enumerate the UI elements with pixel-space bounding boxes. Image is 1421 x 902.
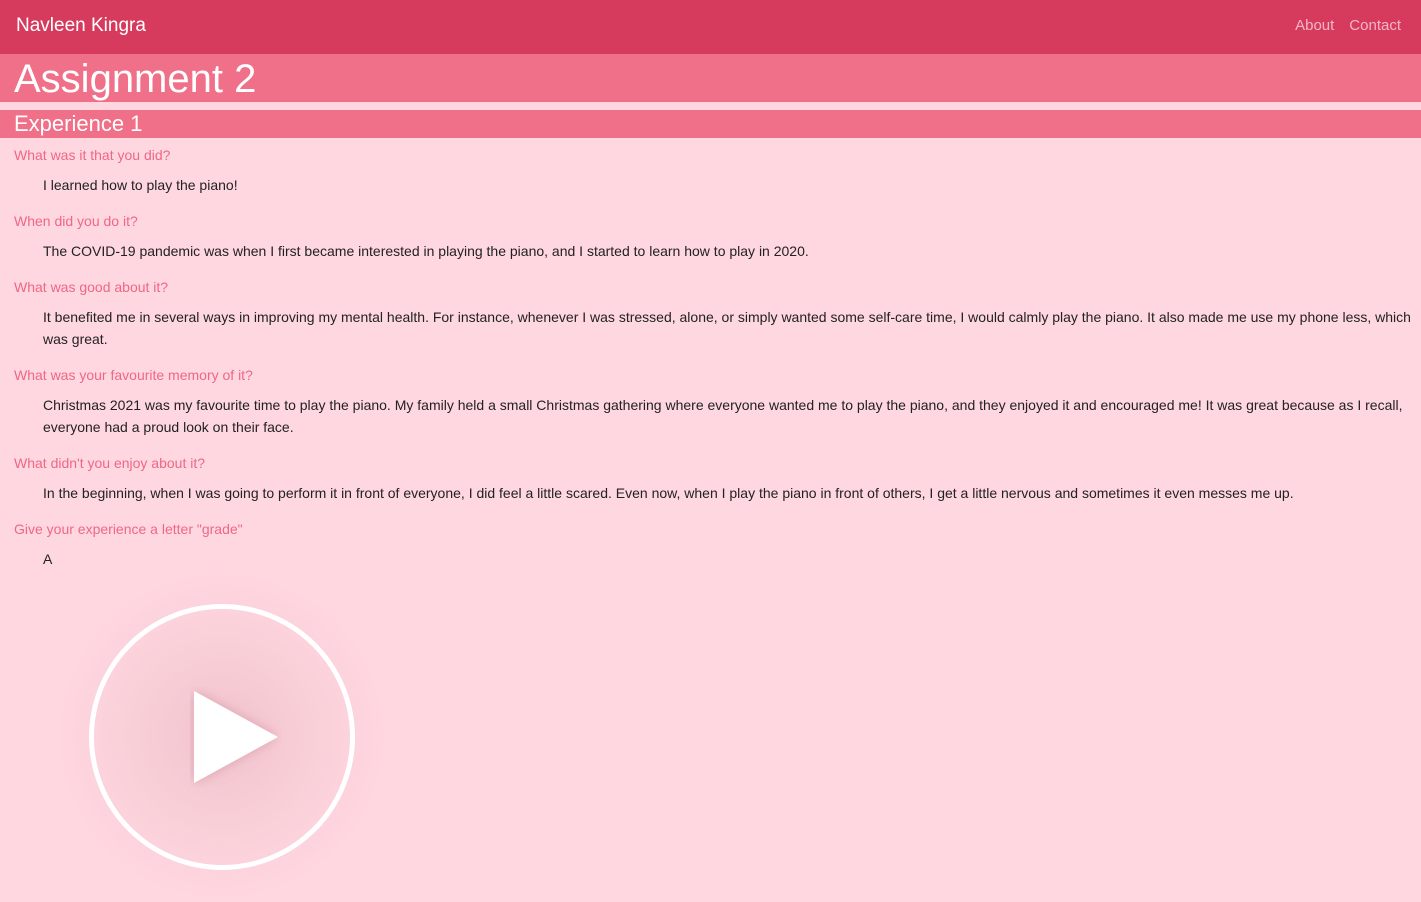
question-heading: Give your experience a letter "grade" <box>14 521 243 537</box>
section-title: Experience 1 <box>14 111 143 136</box>
qa-item: What didn't you enjoy about it? In the b… <box>0 446 1421 512</box>
qa-item: When did you do it? The COVID-19 pandemi… <box>0 204 1421 270</box>
question-heading: What was good about it? <box>14 279 169 295</box>
top-navbar: Navleen Kingra About Contact <box>0 0 1421 54</box>
qa-item: Give your experience a letter "grade" A <box>0 512 1421 578</box>
nav-link-contact[interactable]: Contact <box>1349 17 1401 35</box>
page-title-bar: Assignment 2 <box>0 54 1421 102</box>
answer-text: The COVID-19 pandemic was when I first b… <box>43 243 809 259</box>
section-title-bar: Experience 1 <box>0 110 1421 138</box>
qa-item: What was it that you did? I learned how … <box>0 138 1421 204</box>
question-heading: What was it that you did? <box>14 147 171 163</box>
play-icon <box>194 691 278 783</box>
question-heading: What was your favourite memory of it? <box>14 367 253 383</box>
qa-item: What was your favourite memory of it? Ch… <box>0 358 1421 446</box>
nav-link-about[interactable]: About <box>1295 17 1334 35</box>
video-play-button[interactable] <box>89 604 355 870</box>
nav-links: About Contact <box>1295 17 1401 35</box>
brand-link[interactable]: Navleen Kingra <box>16 14 146 38</box>
answer-text: It benefited me in several ways in impro… <box>43 309 1411 347</box>
question-heading: What didn't you enjoy about it? <box>14 455 206 471</box>
answer-text: Christmas 2021 was my favourite time to … <box>43 397 1403 435</box>
question-heading: When did you do it? <box>14 213 138 229</box>
answer-text: In the beginning, when I was going to pe… <box>43 485 1294 501</box>
qa-item: What was good about it? It benefited me … <box>0 270 1421 358</box>
page-title: Assignment 2 <box>14 57 257 101</box>
experience-qa-list: What was it that you did? I learned how … <box>0 138 1421 578</box>
answer-text: I learned how to play the piano! <box>43 177 238 193</box>
